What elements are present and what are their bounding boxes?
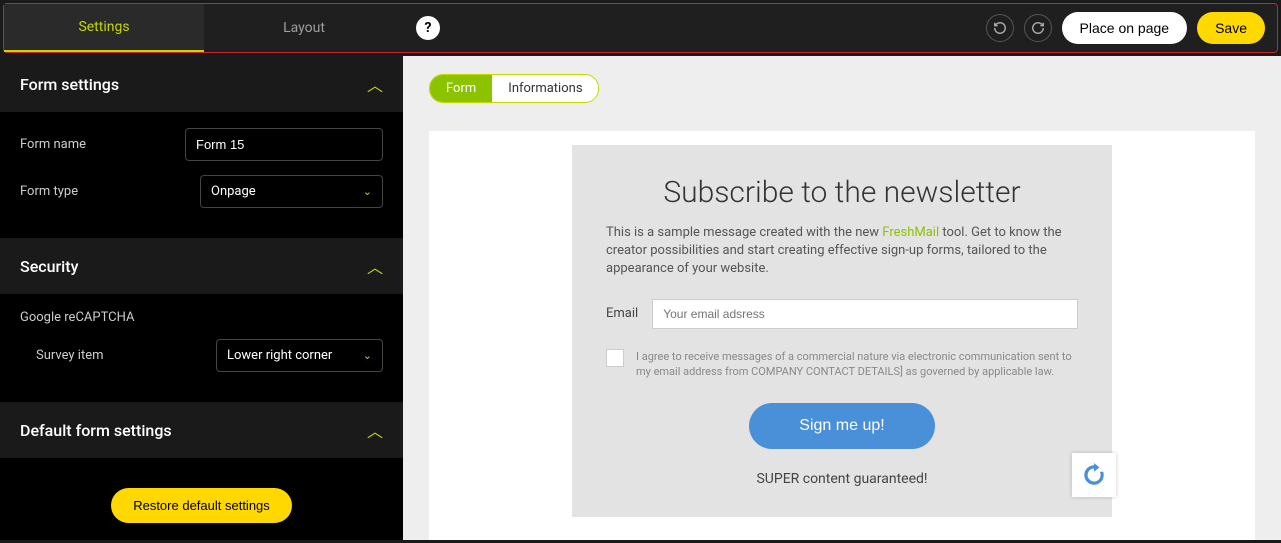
sidebar: Form settings ︿ Form name Form type Onpa… [0,56,403,540]
chevron-down-icon: ⌄ [363,349,372,362]
topbar: Settings Layout ? Place on page Save [3,3,1278,53]
undo-icon[interactable] [986,14,1014,42]
canvas-tab-informations[interactable]: Informations [492,75,598,102]
section-defaults-header[interactable]: Default form settings ︿ [0,402,403,458]
survey-item-value: Lower right corner [227,348,332,363]
section-title: Form settings [20,75,119,94]
restore-defaults-button[interactable]: Restore default settings [111,488,292,523]
signup-button[interactable]: Sign me up! [749,403,934,449]
survey-item-select[interactable]: Lower right corner ⌄ [216,339,383,372]
section-title: Default form settings [20,421,172,440]
topbar-right: ? Place on page Save [404,4,1277,52]
canvas-tabs: Form Informations [429,74,599,103]
section-security-body: Google reCAPTCHA Survey item Lower right… [0,294,403,402]
form-description: This is a sample message created with th… [606,224,1078,279]
section-form-settings-header[interactable]: Form settings ︿ [0,56,403,112]
recaptcha-label: Google reCAPTCHA [20,310,383,325]
form-type-select[interactable]: Onpage ⌄ [200,175,383,208]
email-input[interactable] [652,299,1078,329]
canvas-tab-form[interactable]: Form [430,75,492,102]
tab-settings[interactable]: Settings [4,4,204,52]
form-preview: Subscribe to the newsletter This is a sa… [572,145,1112,517]
consent-checkbox[interactable] [606,349,624,367]
email-row: Email [606,299,1078,329]
email-label: Email [606,306,638,321]
form-heading: Subscribe to the newsletter [606,175,1078,210]
survey-item-label: Survey item [36,348,216,363]
form-card: Subscribe to the newsletter This is a sa… [429,131,1255,540]
form-type-label: Form type [20,184,200,199]
consent-row: I agree to receive messages of a commerc… [606,349,1078,380]
section-form-settings-body: Form name Form type Onpage ⌄ [0,112,403,238]
form-name-label: Form name [20,137,185,152]
chevron-up-icon: ︿ [367,72,383,96]
place-on-page-button[interactable]: Place on page [1062,12,1188,44]
canvas: Form Informations Subscribe to the newsl… [403,56,1281,540]
chevron-up-icon: ︿ [367,254,383,278]
redo-icon[interactable] [1024,14,1052,42]
help-icon[interactable]: ? [416,16,440,40]
recaptcha-badge [1072,453,1116,497]
consent-text: I agree to receive messages of a commerc… [636,349,1078,380]
recaptcha-icon [1081,462,1107,488]
desc-brand: FreshMail [882,225,939,240]
main: Form settings ︿ Form name Form type Onpa… [0,56,1281,540]
guarantee-text: SUPER content guaranteed! [606,471,1078,487]
chevron-down-icon: ⌄ [363,185,372,198]
section-defaults-body: Restore default settings [0,458,403,540]
save-button[interactable]: Save [1197,12,1265,44]
form-type-value: Onpage [211,184,256,199]
section-security-header[interactable]: Security ︿ [0,238,403,294]
tab-layout[interactable]: Layout [204,4,404,52]
form-name-input[interactable] [185,128,383,161]
top-tabs: Settings Layout [4,4,404,52]
desc-pre: This is a sample message created with th… [606,225,882,240]
section-title: Security [20,257,78,276]
chevron-up-icon: ︿ [367,418,383,442]
